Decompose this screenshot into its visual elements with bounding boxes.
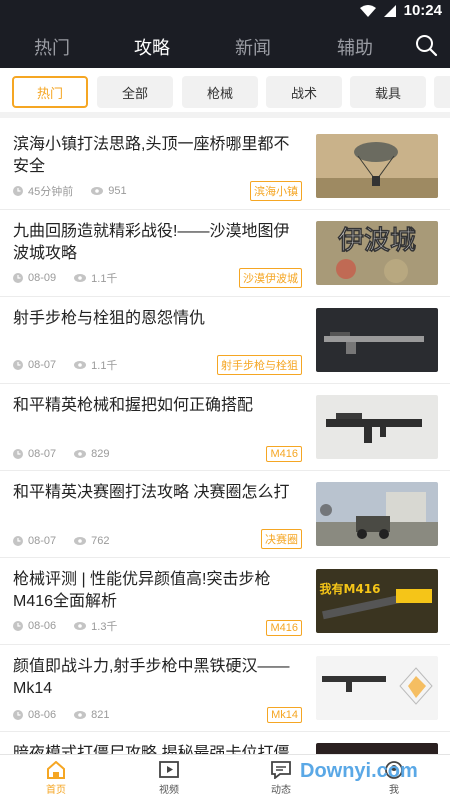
clock-icon	[13, 360, 23, 370]
article-meta: 08-07 762	[13, 535, 128, 547]
list-item[interactable]: 和平精英决赛圈打法攻略 决赛圈怎么打 08-07 762 决赛圈	[0, 472, 450, 558]
article-time: 08-06	[28, 620, 57, 632]
article-tag[interactable]: M416	[266, 446, 302, 462]
article-views: 821	[91, 709, 110, 721]
article-tag[interactable]: 射手步枪与栓狙	[217, 355, 302, 375]
wifi-icon	[359, 4, 376, 17]
clock-icon	[13, 536, 23, 546]
list-item[interactable]: 和平精英枪械和握把如何正确搭配 08-07 829 M416	[0, 385, 450, 471]
filter-chip-tactics[interactable]: 战术	[266, 76, 342, 108]
tab-guide[interactable]: 攻略	[134, 34, 170, 60]
article-meta: 08-07 1.1千	[13, 357, 135, 373]
eye-icon	[74, 450, 87, 458]
article-meta: 08-09 1.1千	[13, 270, 135, 286]
bottom-tab-home[interactable]: 首页	[26, 761, 86, 796]
list-item[interactable]: 九曲回肠造就精彩战役!——沙漠地图伊波城攻略 08-09 1.1千 沙漠伊波城 …	[0, 211, 450, 297]
article-thumbnail	[316, 134, 438, 198]
article-title: 九曲回肠造就精彩战役!——沙漠地图伊波城攻略	[13, 223, 290, 262]
filter-chip-weapons[interactable]: 枪械	[182, 76, 258, 108]
clock: 10:24	[403, 2, 442, 19]
article-title: 颜值即战斗力,射手步枪中黑铁硬汉——Mk14	[13, 658, 290, 697]
tab-assist[interactable]: 辅助	[337, 34, 373, 60]
article-thumbnail	[316, 482, 438, 546]
article-thumbnail	[316, 656, 438, 720]
article-meta: 45分钟前 951	[13, 183, 145, 199]
article-thumbnail	[316, 395, 438, 459]
watermark: Downyi.com	[300, 760, 418, 782]
list-item[interactable]: 颜值即战斗力,射手步枪中黑铁硬汉——Mk14 08-06 821 Mk14	[0, 646, 450, 732]
list-item[interactable]: 枪械评测 | 性能优异颜值高!突击步枪M416全面解析 08-06 1.3千 M…	[0, 559, 450, 645]
clock-icon	[13, 449, 23, 459]
eye-icon	[74, 711, 87, 719]
video-icon	[159, 761, 179, 778]
tab-news[interactable]: 新闻	[235, 34, 271, 60]
article-tag[interactable]: 决赛圈	[261, 529, 302, 549]
article-title: 射手步枪与栓狙的恩怨情仇	[13, 310, 206, 327]
article-time: 08-09	[28, 272, 57, 284]
filter-chip-hot[interactable]: 热门	[12, 76, 88, 108]
chat-icon	[271, 761, 291, 779]
article-meta: 08-06 1.3千	[13, 618, 135, 634]
tab-hot[interactable]: 热门	[34, 34, 70, 60]
eye-icon	[74, 361, 87, 369]
article-title: 滨海小镇打法思路,头顶一座桥哪里都不安全	[13, 136, 290, 175]
eye-icon	[74, 622, 87, 630]
eye-icon	[74, 274, 87, 282]
filter-chip-vehicles[interactable]: 载具	[350, 76, 426, 108]
article-thumbnail	[316, 308, 438, 372]
clock-icon	[13, 621, 23, 631]
article-title: 暗夜模式打僵尸攻略 揭秘最强卡位打僵尸点!	[13, 745, 290, 754]
thumbnail-text: 伊波城	[337, 226, 416, 256]
article-thumbnail	[316, 743, 438, 754]
article-thumbnail: 伊波城	[316, 221, 438, 285]
article-tag[interactable]: Mk14	[267, 707, 302, 723]
article-time: 08-07	[28, 359, 57, 371]
article-views: 762	[91, 535, 110, 547]
search-icon[interactable]	[414, 33, 438, 57]
article-views: 1.3千	[91, 621, 118, 633]
status-bar: 10:24	[0, 0, 450, 24]
list-item[interactable]: 射手步枪与栓狙的恩怨情仇 08-07 1.1千 射手步枪与栓狙	[0, 298, 450, 384]
article-title: 和平精英决赛圈打法攻略 决赛圈怎么打	[13, 484, 290, 501]
signal-icon	[383, 4, 396, 17]
article-views: 1.1千	[91, 360, 118, 372]
article-title: 和平精英枪械和握把如何正确搭配	[13, 397, 254, 414]
article-meta: 08-07 829	[13, 448, 128, 460]
article-views: 1.1千	[91, 273, 118, 285]
bottom-tab-label: 我	[389, 785, 399, 796]
article-meta: 08-06 821	[13, 709, 128, 721]
eye-icon	[74, 537, 87, 545]
article-time: 08-07	[28, 448, 57, 460]
filter-bar: 热门 全部 枪械 战术 载具	[0, 68, 450, 118]
article-views: 829	[91, 448, 110, 460]
article-tag[interactable]: M416	[266, 620, 302, 636]
article-tag[interactable]: 沙漠伊波城	[239, 268, 302, 288]
article-title: 枪械评测 | 性能优异颜值高!突击步枪M416全面解析	[13, 571, 271, 610]
article-time: 08-06	[28, 709, 57, 721]
article-time: 08-07	[28, 535, 57, 547]
clock-icon	[13, 710, 23, 720]
clock-icon	[13, 186, 23, 196]
home-icon	[47, 761, 65, 779]
article-tag[interactable]: 滨海小镇	[250, 181, 302, 201]
thumbnail-text: 我有M416	[320, 581, 381, 596]
list-item[interactable]: 滨海小镇打法思路,头顶一座桥哪里都不安全 45分钟前 951 滨海小镇	[0, 124, 450, 210]
bottom-tab-video[interactable]: 视频	[139, 761, 199, 796]
list-item[interactable]: 暗夜模式打僵尸攻略 揭秘最强卡位打僵尸点!	[0, 733, 450, 754]
filter-chip-all[interactable]: 全部	[97, 76, 173, 108]
top-nav: 热门 攻略 新闻 辅助	[0, 24, 450, 68]
clock-icon	[13, 273, 23, 283]
article-views: 951	[108, 185, 127, 197]
bottom-tab-label: 首页	[46, 785, 66, 796]
article-list: 滨海小镇打法思路,头顶一座桥哪里都不安全 45分钟前 951 滨海小镇 九曲回肠…	[0, 124, 450, 754]
bottom-tab-label: 动态	[271, 785, 291, 796]
bottom-tab-label: 视频	[159, 785, 179, 796]
article-thumbnail: 我有M416	[316, 569, 438, 633]
article-time: 45分钟前	[28, 186, 74, 198]
filter-chip-more[interactable]	[434, 76, 450, 108]
eye-icon	[91, 187, 104, 195]
